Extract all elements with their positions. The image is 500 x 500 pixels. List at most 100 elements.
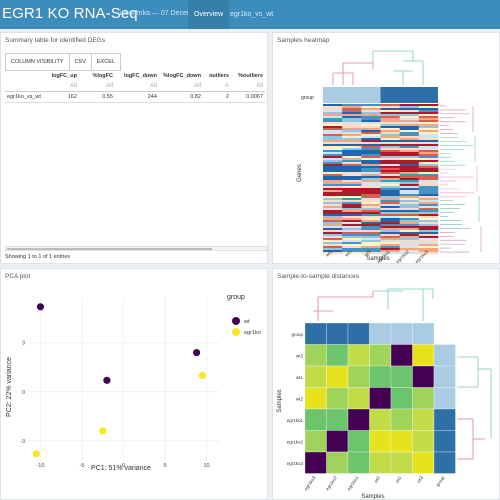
distance-cell: [326, 322, 349, 345]
pca-plot: -10 -5 0 5 1030-3 PC1: 51% variance PC2: 22%…: [6, 294, 261, 472]
heatmap-cell: [380, 140, 400, 143]
heatmap-cell: [323, 142, 343, 145]
heatmap-cell: [361, 248, 381, 251]
heatmap-cell: [399, 214, 420, 217]
pca-point-wt: [192, 348, 201, 357]
heatmap-cell: [418, 170, 439, 173]
heatmap-cell: [418, 106, 439, 109]
table-row: egr1ko_vs_wt 162 0.55 244 0.82 2 0.0067: [5, 91, 265, 103]
scrollbar-thumb[interactable]: [7, 248, 212, 250]
heatmap-cell: [418, 236, 439, 239]
column-filter[interactable]: All: [79, 81, 115, 92]
heatmap-cell: [380, 136, 400, 139]
heatmap-cell: [323, 186, 343, 189]
heatmap-cell: [418, 230, 439, 233]
heatmap-cell: [418, 146, 439, 149]
heatmap-cell: [361, 214, 381, 217]
heatmap-cell: [418, 128, 439, 131]
samples-heatmap: group Genes wt1 wt2 wt3 egr1ko1 egr1ko2 egr1k…: [297, 50, 482, 263]
heatmap-cell: [323, 168, 343, 171]
group-annotation-bar: [323, 87, 438, 103]
heatmap-cell: [361, 162, 381, 165]
column-filter[interactable]: A: [203, 81, 231, 92]
distance-cell: [326, 344, 349, 367]
heatmap-cell: [342, 220, 362, 223]
heatmap-cell: [418, 104, 439, 107]
heatmap-cell: [342, 128, 362, 131]
heatmap-cell: [361, 240, 381, 243]
heatmap-cell: [342, 158, 362, 161]
heatmap-cell: [380, 132, 400, 135]
column-filter[interactable]: [5, 81, 43, 92]
heatmap-cell: [323, 146, 343, 149]
legend-swatch-egr1ko: [232, 328, 240, 336]
app-title: EGR1 KO RNA-Seq: [2, 5, 138, 22]
column-filter[interactable]: All: [231, 81, 265, 92]
heatmap-cell: [342, 242, 362, 245]
heatmap-cell: [361, 206, 381, 209]
heatmap-cell: [418, 210, 439, 213]
column-header[interactable]: logFC_down: [115, 71, 159, 81]
heatmap-cell: [342, 202, 362, 205]
heatmap-cell: [361, 184, 381, 187]
heatmap-cell: [418, 240, 439, 243]
heatmap-cell: [342, 120, 362, 123]
heatmap-cell: [342, 132, 362, 135]
heatmap-cell: [418, 144, 439, 147]
heatmap-cell: [399, 128, 420, 131]
heatmap-cell: [418, 244, 439, 247]
heatmap-cell: [342, 194, 362, 197]
excel-button[interactable]: EXCEL: [90, 53, 121, 71]
heatmap-cell: [380, 196, 400, 199]
table-horizontal-scrollbar[interactable]: [5, 246, 267, 251]
column-header[interactable]: outliers: [203, 71, 231, 81]
heatmap-cell: [361, 110, 381, 113]
column-filter[interactable]: All: [159, 81, 203, 92]
heatmap-cell: [323, 232, 343, 235]
column-filter[interactable]: All: [115, 81, 159, 92]
heatmap-cell: [342, 178, 362, 181]
heatmap-cell: [361, 128, 381, 131]
heatmap-cell: [380, 210, 400, 213]
distance-cell: [347, 387, 370, 410]
column-header[interactable]: %outliers: [231, 71, 265, 81]
tab-egr1ko-vs-wt[interactable]: egr1ko_vs_wt: [224, 0, 279, 29]
distance-column-labels: egr1ko3 egr1ko2 egr1ko1 wt2 wt1 wt3 group: [303, 475, 446, 492]
tab-overview[interactable]: Overview: [188, 0, 230, 29]
heatmap-cell: [361, 150, 381, 153]
table-cell: 0.55: [78, 91, 115, 103]
column-header[interactable]: %logFC: [79, 71, 115, 81]
heatmap-cell: [342, 236, 362, 239]
heatmap-cell: [361, 140, 381, 143]
heatmap-cell: [380, 168, 400, 171]
heatmap-cell: [323, 104, 343, 107]
heatmap-cell: [342, 208, 362, 211]
heatmap-cell: [342, 176, 362, 179]
heatmap-cell: [418, 206, 439, 209]
column-filter[interactable]: All: [43, 81, 79, 92]
heatmap-cell: [323, 214, 343, 217]
heatmap-cell: [342, 104, 362, 107]
heatmap-cell: [399, 180, 420, 183]
column-header[interactable]: [5, 71, 43, 81]
heatmap-cell: [361, 246, 381, 249]
heatmap-cell: [342, 206, 362, 209]
heatmap-cell: [342, 114, 362, 117]
heatmap-cell: [323, 240, 343, 243]
column-header[interactable]: %logFC_down: [159, 71, 203, 81]
csv-button[interactable]: CSV: [68, 53, 92, 71]
distance-row-label: wt1: [296, 375, 304, 380]
heatmap-cell: [399, 136, 420, 139]
heatmap-cell: [342, 150, 362, 153]
heatmap-cell: [361, 242, 381, 245]
heatmap-cell: [380, 190, 400, 193]
table-cell: 0.0067: [230, 91, 265, 103]
heatmap-cell: [380, 240, 400, 243]
heatmap-cell: [418, 216, 439, 219]
column-visibility-button[interactable]: COLUMN VISIBILITY: [5, 53, 70, 71]
heatmap-cell: [418, 186, 439, 189]
heatmap-cell: [399, 242, 420, 245]
heatmap-cell: [323, 220, 343, 223]
column-header[interactable]: logFC_up: [43, 71, 79, 81]
heatmap-cell: [342, 198, 362, 201]
